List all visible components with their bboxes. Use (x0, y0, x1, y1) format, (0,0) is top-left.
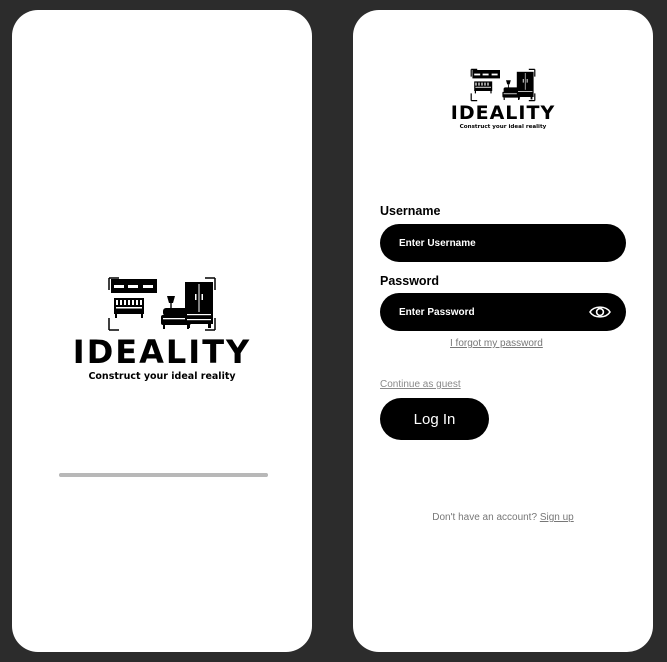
furniture-logo-icon (470, 68, 536, 102)
signup-prompt-text: Don't have an account? (432, 512, 540, 523)
password-field (380, 293, 626, 331)
login-button[interactable]: Log In (380, 398, 489, 440)
furniture-logo-icon (108, 277, 216, 331)
password-input[interactable] (380, 293, 599, 331)
signup-prompt-row: Don't have an account? Sign up (353, 512, 653, 523)
continue-as-guest-link[interactable]: Continue as guest (380, 379, 461, 390)
forgot-password-link[interactable]: I forgot my password (450, 338, 543, 349)
eye-icon[interactable] (588, 302, 612, 322)
signup-link[interactable]: Sign up (540, 512, 574, 523)
password-label: Password (380, 274, 440, 288)
brand-logo: IDEALITY Construct your ideal reality (353, 68, 653, 131)
loading-progress-bar (59, 473, 268, 477)
brand-tagline: Construct your ideal reality (88, 371, 236, 382)
username-label: Username (380, 204, 441, 218)
brand-tagline: Construct your ideal reality (459, 124, 547, 130)
splash-screen: IDEALITY Construct your ideal reality (12, 10, 312, 652)
canvas: IDEALITY Construct your ideal reality ID… (0, 0, 667, 662)
brand-logo: IDEALITY Construct your ideal reality (12, 276, 312, 382)
brand-wordmark: IDEALITY (72, 333, 252, 371)
username-field (380, 224, 626, 262)
brand-wordmark: IDEALITY (450, 102, 556, 124)
login-screen: IDEALITY Construct your ideal reality Us… (353, 10, 653, 652)
loading-progress-fill (59, 473, 268, 477)
username-input[interactable] (380, 224, 599, 262)
